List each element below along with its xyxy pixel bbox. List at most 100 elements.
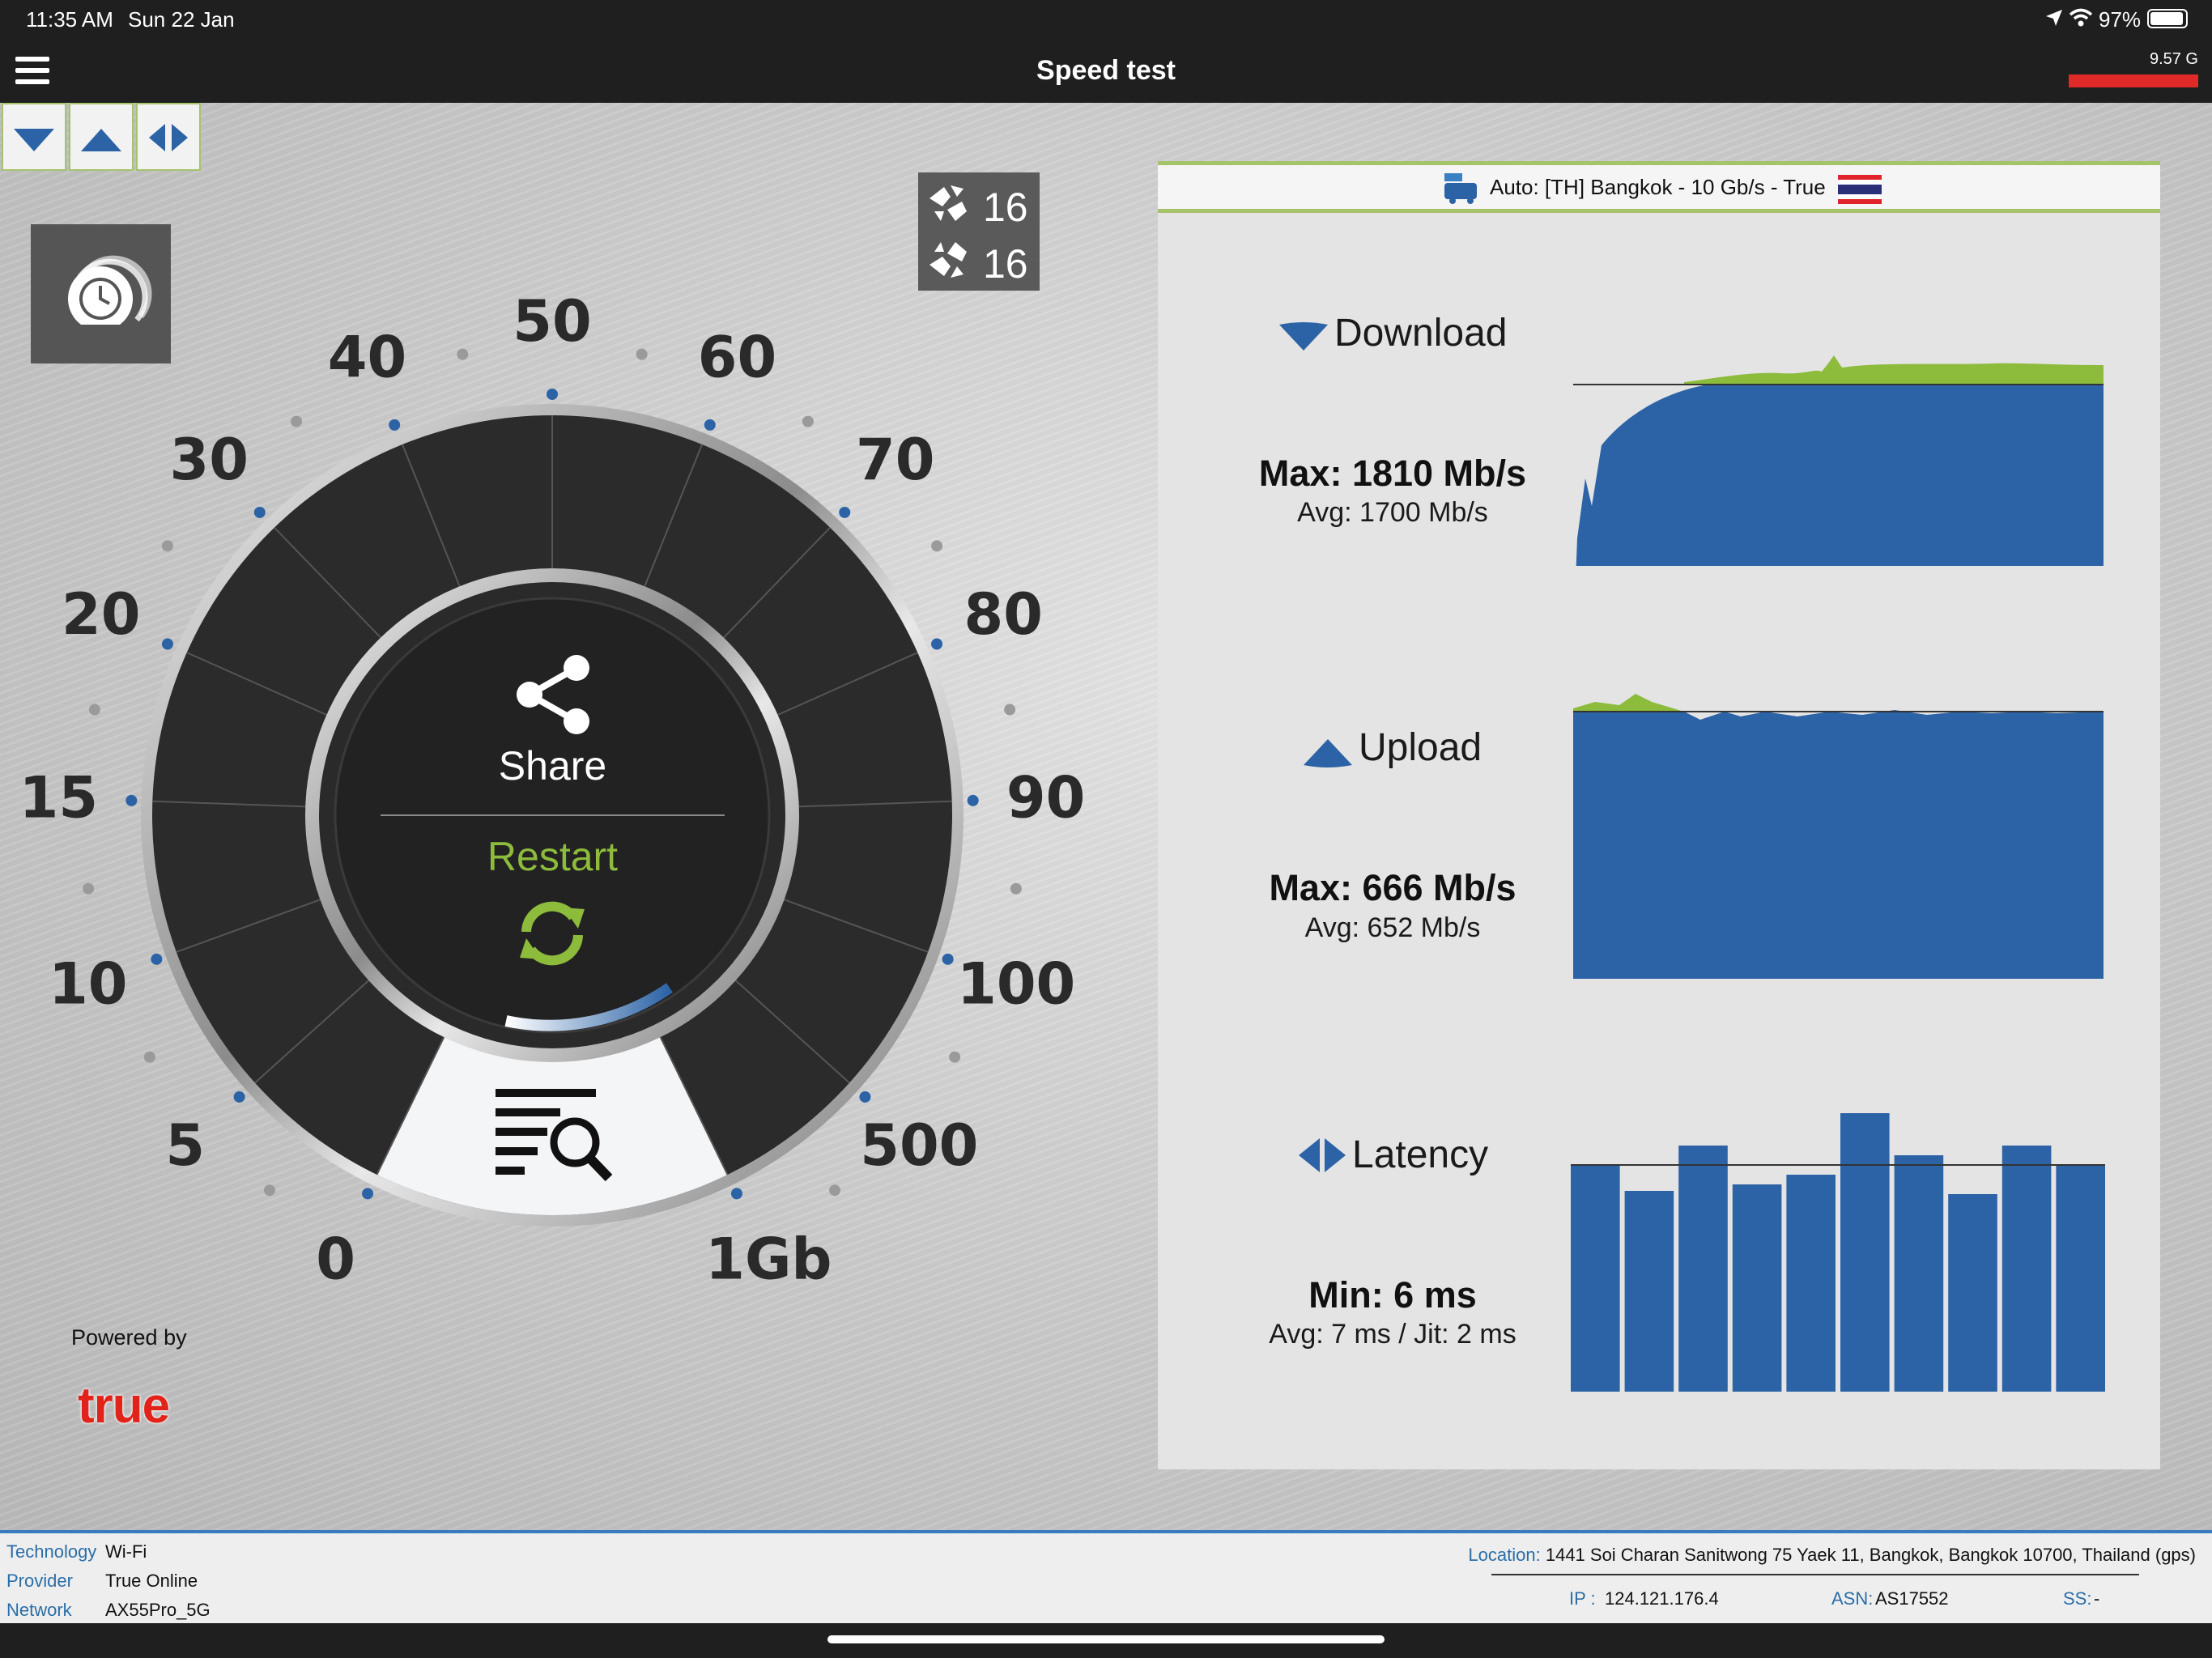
network-value: AX55Pro_5G	[105, 1600, 211, 1620]
ss-label: SS:	[2063, 1588, 2092, 1609]
provider-label: Provider	[6, 1571, 73, 1591]
scale-label: 500	[860, 1112, 978, 1179]
results-panel: Auto: [TH] Bangkok - 10 Gb/s - True Down…	[1158, 161, 2160, 1469]
scale-label: 40	[328, 324, 406, 390]
main-area: 16 16 0 5 10 15 20 30 40 50 60 70 80 90 100 500 1Gb	[0, 103, 2212, 1530]
asn-label: ASN:	[1831, 1588, 1874, 1609]
scale-label: 5	[165, 1112, 205, 1179]
scale-tick	[730, 1188, 742, 1200]
scale-dot	[88, 704, 100, 716]
scale-dot	[291, 415, 303, 427]
status-time: 11:35 AM	[26, 7, 113, 32]
scale-label: 10	[49, 951, 127, 1018]
upload-max-band	[1573, 694, 1684, 712]
scale-dot	[1004, 704, 1016, 716]
scale-dot	[949, 1051, 961, 1063]
upload-title: Upload	[1359, 726, 1482, 769]
upload-avg: Avg: 652 Mb/s	[1304, 912, 1481, 943]
scale-tick	[151, 953, 163, 965]
latency-bar	[1678, 1146, 1728, 1392]
latency-avg: Avg: 7 ms / Jit: 2 ms	[1269, 1319, 1516, 1350]
latency-bar	[1840, 1113, 1890, 1392]
scale-tick	[547, 389, 558, 400]
scale-dot	[263, 1184, 275, 1197]
latency-arrows-icon	[1299, 1138, 1346, 1172]
speed-gauge: 0 5 10 15 20 30 40 50 60 70 80 90 100 500 1Gb	[19, 288, 1086, 1292]
scale-label: 0	[316, 1226, 355, 1292]
scale-tick	[233, 1090, 245, 1103]
latency-bar	[1948, 1194, 1997, 1392]
battery-icon	[2147, 9, 2188, 28]
ip-label: IP :	[1569, 1588, 1596, 1609]
share-button[interactable]: Share	[381, 637, 725, 814]
scale-label: 100	[957, 951, 1075, 1018]
scale-dot	[829, 1184, 841, 1197]
server-icon	[1444, 173, 1477, 204]
latency-bar	[1732, 1184, 1782, 1392]
share-label: Share	[498, 743, 607, 789]
technology-label: Technology	[6, 1541, 97, 1562]
upload-series-area	[1573, 710, 2104, 979]
network-label: Network	[6, 1600, 72, 1620]
scale-dot	[802, 415, 814, 427]
wifi-icon	[2069, 8, 2093, 27]
download-chart	[1573, 355, 2104, 566]
scale-dot	[83, 882, 95, 895]
latency-bar	[1894, 1155, 1944, 1392]
scale-label: 30	[170, 427, 249, 493]
status-date: Sun 22 Jan	[128, 7, 235, 32]
scale-tick	[859, 1090, 871, 1103]
location-value: 1441 Soi Charan Sanitwong 75 Yaek 11, Ba…	[1545, 1545, 2196, 1565]
latency-chart	[1571, 1113, 2105, 1392]
download-series-area	[1576, 385, 2104, 566]
data-usage-value: 9.57 G	[2149, 50, 2198, 68]
restart-button[interactable]: Restart	[381, 818, 725, 1005]
latency-bar	[1786, 1175, 1836, 1392]
scale-dot	[143, 1051, 155, 1063]
download-max-band	[1684, 355, 2104, 385]
scale-tick	[253, 506, 266, 518]
scale-tick	[931, 638, 943, 650]
download-arrow-icon	[1279, 322, 1328, 351]
latency-bar	[1571, 1165, 1620, 1392]
scale-label: 80	[964, 581, 1043, 648]
true-logo: true	[78, 1378, 170, 1434]
scale-tick	[704, 419, 716, 431]
scale-label: 60	[698, 324, 776, 390]
thailand-flag-icon	[1838, 175, 1882, 204]
location-row: Location: 1441 Soi Charan Sanitwong 75 Y…	[1457, 1545, 2196, 1566]
scale-dot	[161, 540, 173, 552]
scale-label: 50	[513, 288, 591, 355]
data-usage-bar	[2069, 74, 2198, 87]
ip-value: 124.121.176.4	[1605, 1588, 1719, 1609]
upload-max: Max: 666 Mb/s	[1269, 867, 1516, 908]
scale-label: 15	[19, 765, 98, 831]
server-label: Auto: [TH] Bangkok - 10 Gb/s - True	[1490, 175, 1826, 199]
download-avg: Avg: 1700 Mb/s	[1297, 497, 1488, 528]
technology-value: Wi-Fi	[105, 1541, 147, 1562]
latency-bar	[2056, 1165, 2105, 1392]
scale-dot	[1010, 882, 1022, 895]
results-history-button[interactable]	[453, 1066, 656, 1188]
latency-min: Min: 6 ms	[1308, 1274, 1477, 1316]
scale-label: 90	[1006, 765, 1085, 831]
scale-tick	[839, 506, 851, 518]
share-icon	[517, 655, 589, 734]
connection-info-bar: Technology Wi-Fi Provider True Online Ne…	[0, 1530, 2212, 1623]
page-title: Speed test	[1036, 55, 1176, 86]
home-indicator[interactable]	[827, 1635, 1385, 1643]
upload-chart	[1573, 694, 2104, 979]
upload-arrow-icon	[1304, 739, 1352, 767]
server-selector[interactable]: Auto: [TH] Bangkok - 10 Gb/s - True	[1158, 161, 2160, 213]
location-label: Location:	[1468, 1545, 1541, 1565]
download-max: Max: 1810 Mb/s	[1258, 453, 1527, 494]
scale-tick	[389, 419, 401, 431]
latency-title: Latency	[1352, 1133, 1489, 1176]
info-divider	[1491, 1574, 2139, 1575]
scale-label: 20	[62, 581, 140, 648]
status-bar: 11:35 AM Sun 22 Jan 97%	[0, 0, 2212, 40]
scale-dot	[931, 540, 943, 552]
provider-value: True Online	[105, 1571, 198, 1591]
latency-bar	[2001, 1146, 2052, 1392]
scale-tick	[125, 794, 138, 806]
